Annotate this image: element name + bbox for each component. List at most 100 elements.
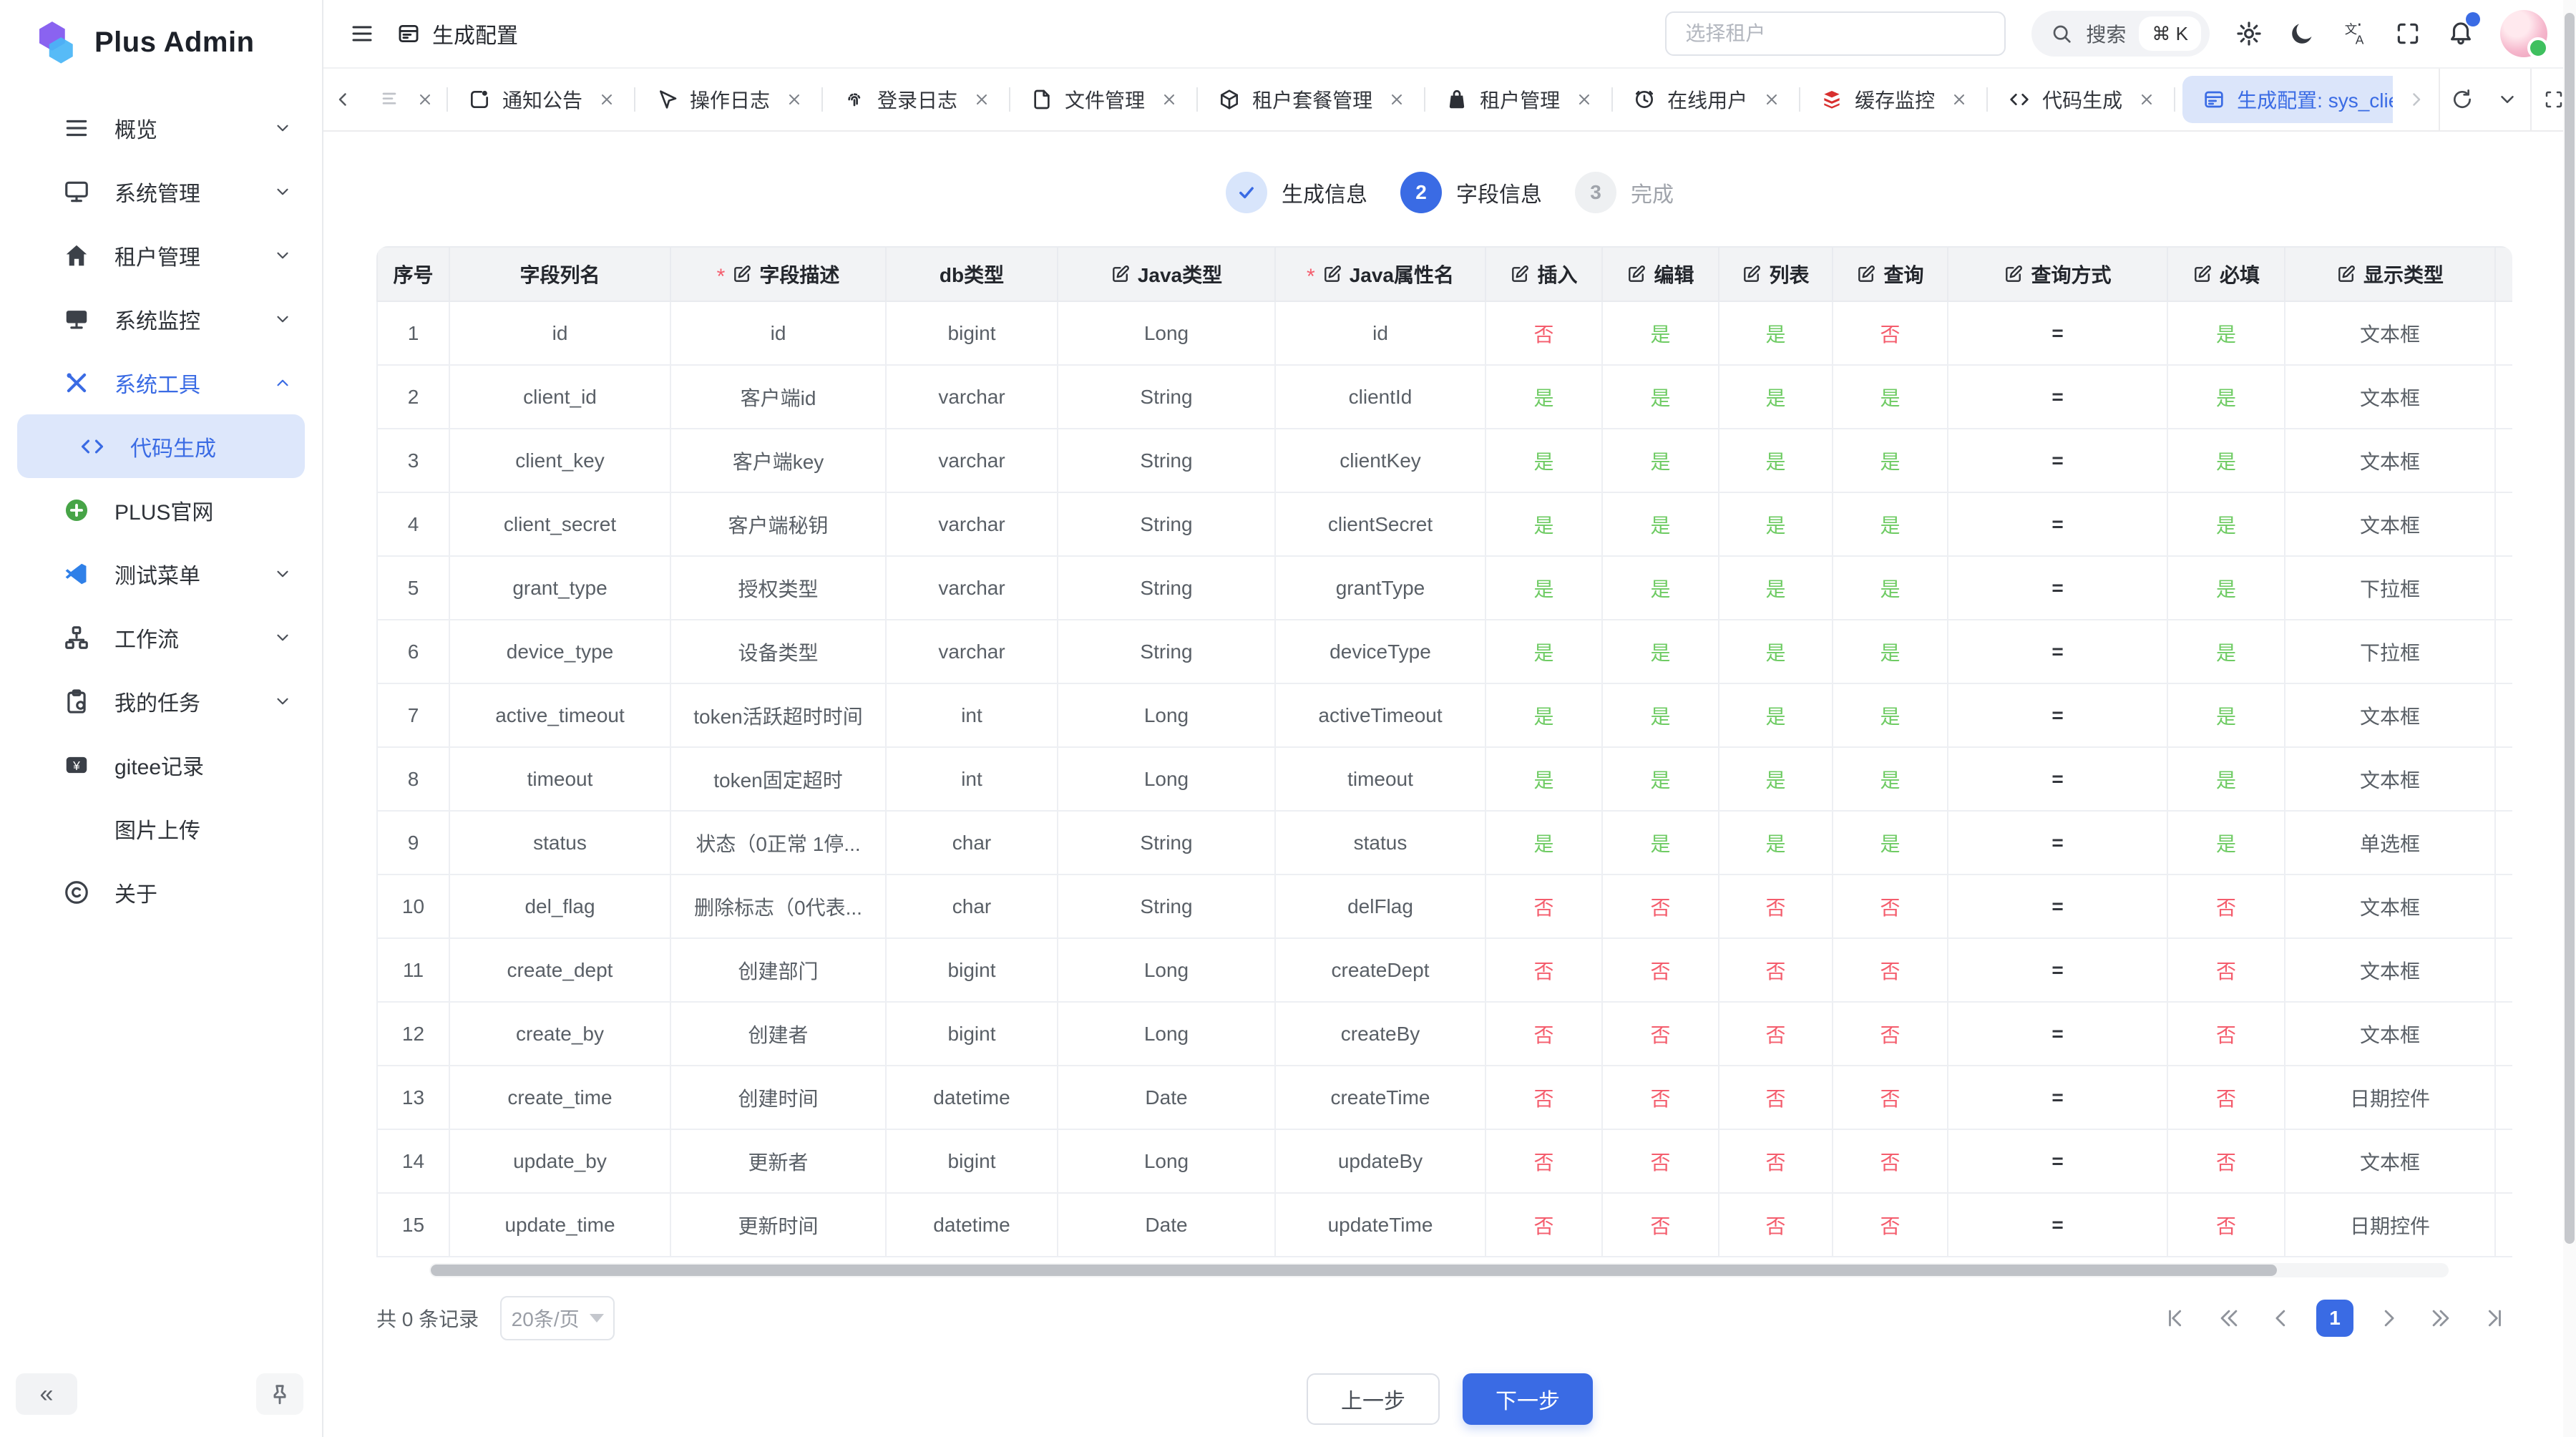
cell[interactable]: 否: [2167, 1193, 2285, 1257]
cell[interactable]: activeTimeout: [1275, 683, 1485, 747]
cell[interactable]: id: [670, 301, 886, 365]
tab-文件管理[interactable]: 文件管理: [1010, 69, 1198, 130]
cell[interactable]: 否: [2167, 875, 2285, 938]
cell[interactable]: =: [1948, 1066, 2167, 1129]
cell[interactable]: 否: [1485, 938, 1602, 1002]
cell[interactable]: 是: [1602, 683, 1719, 747]
cell[interactable]: 否: [2167, 1002, 2285, 1066]
cell[interactable]: =: [1948, 365, 2167, 429]
cell[interactable]: 是: [2167, 492, 2285, 556]
cell[interactable]: 客户端key: [670, 429, 886, 492]
tab-在线用户[interactable]: 在线用户: [1613, 69, 1800, 130]
prev-step-button[interactable]: 上一步: [1307, 1373, 1440, 1425]
cell[interactable]: clientKey: [1275, 429, 1485, 492]
cell[interactable]: updateBy: [1275, 1129, 1485, 1193]
cell[interactable]: 否: [1602, 1129, 1719, 1193]
first-page-icon[interactable]: [2157, 1300, 2195, 1337]
cell[interactable]: 是: [1719, 683, 1833, 747]
cell[interactable]: 否: [1719, 1002, 1833, 1066]
cell[interactable]: 文本框: [2285, 429, 2495, 492]
sidebar-item-系统监控[interactable]: 系统监控: [0, 287, 322, 351]
cell[interactable]: 是: [1485, 683, 1602, 747]
cell[interactable]: =: [1948, 875, 2167, 938]
cell[interactable]: 是: [1719, 620, 1833, 683]
cell[interactable]: 文本框: [2285, 301, 2495, 365]
cell[interactable]: 否: [1833, 1002, 1948, 1066]
tab-租户管理[interactable]: 租户管理: [1425, 69, 1613, 130]
hamburger-icon[interactable]: [349, 21, 375, 47]
cell[interactable]: deviceType: [1275, 620, 1485, 683]
cell[interactable]: 是: [2167, 556, 2285, 620]
cell[interactable]: 是: [2167, 429, 2285, 492]
cell[interactable]: 是: [1485, 492, 1602, 556]
cell[interactable]: 创建部门: [670, 938, 886, 1002]
cell[interactable]: Long: [1058, 1002, 1275, 1066]
sidebar-item-系统工具[interactable]: 系统工具: [0, 351, 322, 414]
close-icon[interactable]: [786, 91, 803, 108]
cell[interactable]: 是: [1485, 556, 1602, 620]
cell[interactable]: token活跃超时时间: [670, 683, 886, 747]
cell[interactable]: 是: [1485, 811, 1602, 875]
tab-代码生成[interactable]: 代码生成: [1988, 69, 2175, 130]
cell[interactable]: 否: [1485, 875, 1602, 938]
cell[interactable]: 是: [1485, 620, 1602, 683]
cell[interactable]: 否: [1485, 1129, 1602, 1193]
cell[interactable]: 是: [1833, 747, 1948, 811]
cell[interactable]: grantType: [1275, 556, 1485, 620]
gear-icon[interactable]: [2235, 20, 2263, 47]
cell[interactable]: 是: [1602, 556, 1719, 620]
sidebar-item-PLUS官网[interactable]: PLUS官网: [0, 478, 322, 542]
cell[interactable]: 是: [1719, 811, 1833, 875]
next-page-icon[interactable]: [2369, 1300, 2406, 1337]
cell[interactable]: clientSecret: [1275, 492, 1485, 556]
notifications-bell[interactable]: [2447, 18, 2474, 50]
sidebar-item-测试菜单[interactable]: 测试菜单: [0, 542, 322, 605]
cell[interactable]: 否: [1719, 938, 1833, 1002]
close-icon[interactable]: [1161, 91, 1178, 108]
tab-缓存监控[interactable]: 缓存监控: [1800, 69, 1988, 130]
cell[interactable]: 否: [1833, 875, 1948, 938]
cell[interactable]: 否: [1602, 1002, 1719, 1066]
page-size-select[interactable]: 20条/页: [500, 1296, 615, 1340]
cell[interactable]: 文本框: [2285, 875, 2495, 938]
cell[interactable]: 文本框: [2285, 365, 2495, 429]
cell[interactable]: 否: [1602, 875, 1719, 938]
next-step-button[interactable]: 下一步: [1463, 1373, 1593, 1425]
cell[interactable]: 是: [1719, 492, 1833, 556]
cell[interactable]: 否: [1719, 1193, 1833, 1257]
cell[interactable]: createDept: [1275, 938, 1485, 1002]
cell[interactable]: 下拉框: [2285, 556, 2495, 620]
cell[interactable]: 是: [1602, 811, 1719, 875]
sidebar-collapse-button[interactable]: «: [16, 1373, 77, 1415]
cell[interactable]: =: [1948, 620, 2167, 683]
cell[interactable]: =: [1948, 301, 2167, 365]
cell[interactable]: 否: [1485, 301, 1602, 365]
close-icon[interactable]: [598, 91, 615, 108]
cell[interactable]: 否: [1485, 1193, 1602, 1257]
global-search[interactable]: 搜索 ⌘ K: [2031, 11, 2210, 57]
cell[interactable]: 是: [1833, 556, 1948, 620]
tab-操作日志[interactable]: 操作日志: [635, 69, 823, 130]
cell[interactable]: 文本框: [2285, 683, 2495, 747]
sidebar-item-代码生成[interactable]: 代码生成: [17, 414, 305, 478]
cell[interactable]: 否: [1485, 1066, 1602, 1129]
refresh-icon[interactable]: [2439, 69, 2484, 130]
sidebar-item-我的任务[interactable]: 我的任务: [0, 669, 322, 733]
cell[interactable]: 是: [1833, 683, 1948, 747]
cell[interactable]: 是: [2167, 747, 2285, 811]
cell[interactable]: Long: [1058, 938, 1275, 1002]
sidebar-item-gitee记录[interactable]: ¥gitee记录: [0, 733, 322, 797]
cell[interactable]: 否: [1833, 1129, 1948, 1193]
cell[interactable]: 设备类型: [670, 620, 886, 683]
cell[interactable]: String: [1058, 556, 1275, 620]
cell[interactable]: clientId: [1275, 365, 1485, 429]
cell[interactable]: Date: [1058, 1193, 1275, 1257]
cell[interactable]: 日期控件: [2285, 1066, 2495, 1129]
cell[interactable]: 是: [1602, 492, 1719, 556]
cell[interactable]: id: [1275, 301, 1485, 365]
sidebar-item-关于[interactable]: 关于: [0, 860, 322, 924]
cell[interactable]: Long: [1058, 747, 1275, 811]
cell[interactable]: 否: [1833, 1066, 1948, 1129]
cell[interactable]: 授权类型: [670, 556, 886, 620]
cell[interactable]: delFlag: [1275, 875, 1485, 938]
